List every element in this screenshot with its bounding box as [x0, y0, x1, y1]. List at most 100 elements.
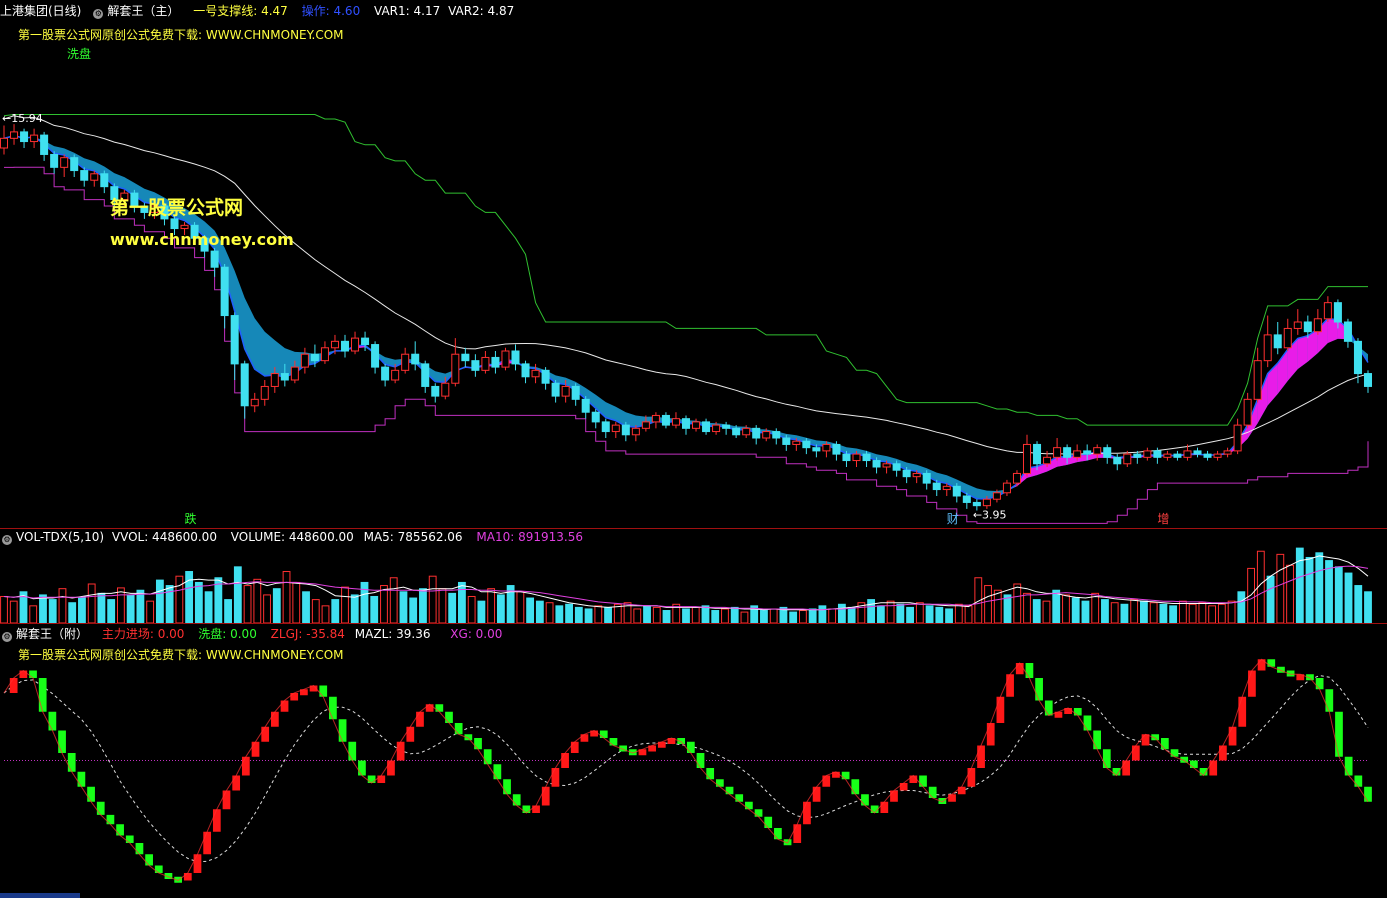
- candle: [1233, 424, 1242, 452]
- volume-bar: [1364, 591, 1372, 623]
- candle: [230, 315, 239, 365]
- candle: [270, 373, 279, 387]
- osc-fall-block: [435, 704, 444, 712]
- candle: [1143, 450, 1152, 458]
- volume-bar: [1062, 594, 1070, 623]
- candle: [1263, 334, 1272, 362]
- osc-rise-block: [261, 726, 270, 742]
- candle: [762, 431, 771, 439]
- vol-gear-icon[interactable]: ⚙: [2, 535, 12, 545]
- volume-bar: [380, 585, 388, 623]
- osc-rise-block: [290, 693, 299, 701]
- osc-fall-block: [1354, 775, 1363, 787]
- wash-value: 洗盘: 0.00: [198, 627, 257, 641]
- candle: [1343, 321, 1352, 342]
- candle: [240, 363, 249, 407]
- osc-fall-block: [77, 771, 86, 787]
- volume-bar: [574, 606, 583, 623]
- candle: [822, 443, 831, 452]
- volume-bar: [1071, 597, 1080, 623]
- candle: [892, 463, 901, 471]
- vol-indicator-name[interactable]: VOL-TDX(5,10): [16, 530, 104, 544]
- candle: [1183, 450, 1192, 458]
- indicator-gear-icon[interactable]: ⚙: [93, 9, 104, 19]
- osc-fall-block: [1170, 749, 1179, 757]
- osc-rise-block: [822, 775, 831, 787]
- rising-band-segment: [1267, 363, 1278, 406]
- osc-rise-block: [580, 734, 589, 742]
- price-chart[interactable]: ←15.94 ←3.95 跌 财 增: [0, 60, 1387, 528]
- candle: [100, 173, 109, 188]
- volume-bar: [993, 589, 1002, 623]
- volume-chart[interactable]: [0, 545, 1387, 623]
- volume-bar: [1325, 560, 1333, 623]
- main-entry-value: 主力进场: 0.00: [101, 627, 185, 641]
- candle: [772, 431, 781, 439]
- osc-fall-block: [474, 738, 482, 750]
- volume-bar: [1295, 547, 1304, 623]
- volume-bar: [97, 592, 106, 623]
- support-line: [4, 166, 1369, 524]
- volume-bar: [341, 586, 349, 623]
- candle: [571, 385, 580, 400]
- candle: [661, 414, 670, 426]
- volume-bar: [964, 605, 973, 623]
- osc-fall-block: [1025, 663, 1034, 678]
- main-indicator-name[interactable]: 解套王（主）: [107, 4, 179, 18]
- osc-rise-block: [212, 809, 221, 832]
- osc-fall-block: [696, 753, 705, 768]
- oscillator-chart[interactable]: [0, 640, 1387, 893]
- osc-fall-block: [686, 741, 695, 753]
- candle: [722, 424, 731, 429]
- osc-rise-block: [1228, 726, 1237, 746]
- osc-rise-block: [416, 711, 424, 727]
- osc-rise-block: [532, 805, 540, 813]
- candle: [752, 427, 761, 439]
- osc-fall-block: [367, 775, 376, 783]
- osc-fall-block: [851, 779, 860, 795]
- volume-bar: [1247, 567, 1255, 623]
- security-name[interactable]: 上港集团(日线): [0, 4, 81, 18]
- osc-fall-block: [764, 816, 773, 828]
- volume-bar: [477, 600, 486, 623]
- osc-rise-block: [1141, 734, 1150, 746]
- volume-bar: [740, 611, 749, 623]
- osc-fall-block: [87, 786, 95, 802]
- volume-bar: [1208, 605, 1217, 623]
- candle: [1283, 327, 1292, 349]
- candle: [1293, 321, 1302, 329]
- candle: [1323, 302, 1332, 320]
- candle: [1213, 453, 1222, 458]
- support-value: 一号支撑线: 4.47: [193, 4, 288, 18]
- volume-bar: [516, 591, 525, 623]
- volume-bar: [662, 610, 671, 623]
- volume-bar: [185, 571, 194, 623]
- osc-fall-block: [116, 824, 124, 836]
- volume-bar: [146, 600, 155, 623]
- volume-bar: [769, 608, 778, 623]
- candle: [320, 347, 329, 362]
- fast-line: [3, 135, 1369, 500]
- osc-fall-block: [599, 730, 608, 738]
- osc-fall-block: [106, 814, 115, 825]
- volume-bar: [886, 600, 895, 623]
- osc-fall-block: [503, 779, 511, 795]
- vvol-value: VVOL: 448600.00: [111, 530, 217, 544]
- candle: [952, 485, 961, 497]
- candle: [481, 356, 490, 371]
- volume-bar: [409, 597, 418, 623]
- volume-bar: [78, 597, 86, 623]
- candle: [280, 373, 289, 381]
- volume-bar: [721, 608, 729, 623]
- candle: [310, 353, 319, 362]
- candle: [621, 424, 630, 436]
- sub-indicator-name[interactable]: 解套王（附）: [16, 627, 88, 641]
- candle: [601, 421, 610, 433]
- osc-fall-block: [735, 794, 744, 802]
- candle: [902, 469, 911, 478]
- volume-bar: [954, 603, 963, 623]
- osc-fall-block: [754, 809, 763, 817]
- volume-bar: [350, 594, 359, 623]
- osc-rise-block: [1006, 674, 1014, 697]
- osc-fall-block: [1315, 678, 1324, 690]
